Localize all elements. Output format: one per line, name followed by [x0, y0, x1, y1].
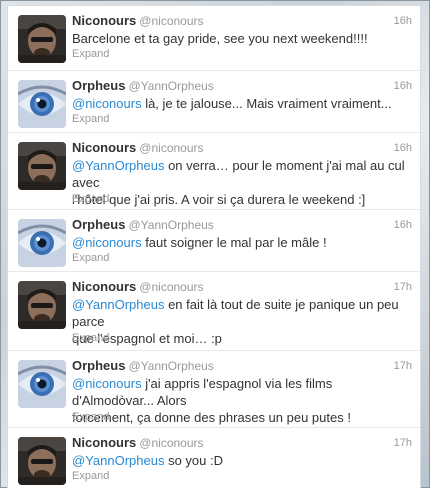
tweet-username[interactable]: @niconours	[139, 280, 203, 294]
tweet-text: @YannOrpheus en fait là tout de suite je…	[72, 296, 410, 347]
expand-link[interactable]: Expand	[72, 252, 109, 264]
tweet-text: Barcelone et ta gay pride, see you next …	[72, 30, 410, 47]
tweet-text-line: l'hôtel que j'ai pris. A voir si ça dure…	[72, 192, 366, 207]
tweet-header: Orpheus @YannOrpheus 16h	[72, 217, 412, 233]
tweet-username[interactable]: @niconours	[139, 14, 203, 28]
tweet-text: @niconours j'ai appris l'espagnol via le…	[72, 375, 410, 426]
tweet-timestamp[interactable]: 17h	[394, 279, 412, 295]
mention-link[interactable]: @niconours	[72, 235, 142, 250]
tweet-header: Niconours @niconours 17h	[72, 435, 412, 451]
niconours-avatar[interactable]	[18, 437, 66, 485]
tweet-header: Niconours @niconours 16h	[72, 13, 412, 29]
expand-link[interactable]: Expand	[72, 48, 109, 60]
tweet-text: @niconours là, je te jalouse... Mais vra…	[72, 95, 410, 112]
tweet-text-line: so you :D	[164, 453, 223, 468]
tweet-timestamp[interactable]: 16h	[394, 13, 412, 29]
tweet[interactable]: Orpheus @YannOrpheus 17h @niconours j'ai …	[8, 351, 420, 428]
expand-link[interactable]: Expand	[72, 411, 109, 423]
tweet-timestamp[interactable]: 17h	[394, 358, 412, 374]
mention-link[interactable]: @YannOrpheus	[72, 297, 164, 312]
tweet-text-line: faut soigner le mal par le mâle !	[141, 235, 327, 250]
tweet[interactable]: Orpheus @YannOrpheus 16h @niconours là, j…	[8, 71, 420, 133]
expand-link[interactable]: Expand	[72, 193, 109, 205]
tweet-username[interactable]: @niconours	[139, 141, 203, 155]
tweet-header: Orpheus @YannOrpheus 17h	[72, 358, 412, 374]
tweet[interactable]: Niconours @niconours 16h @YannOrpheus on …	[8, 133, 420, 210]
tweet-username[interactable]: @YannOrpheus	[128, 79, 213, 93]
expand-link[interactable]: Expand	[72, 113, 109, 125]
tweet[interactable]: Niconours @niconours 17h @YannOrpheus en …	[8, 272, 420, 351]
mention-link[interactable]: @YannOrpheus	[72, 453, 164, 468]
niconours-avatar[interactable]	[18, 15, 66, 63]
tweet-header: Niconours @niconours 17h	[72, 279, 412, 295]
tweet-text-line: là, je te jalouse... Mais vraiment vraim…	[141, 96, 392, 111]
mention-link[interactable]: @YannOrpheus	[72, 158, 164, 173]
orpheus-eye-avatar[interactable]	[18, 360, 66, 408]
tweet[interactable]: Niconours @niconours 17h @YannOrpheus so …	[8, 428, 420, 488]
expand-link[interactable]: Expand	[72, 470, 109, 482]
tweet-header: Orpheus @YannOrpheus 16h	[72, 78, 412, 94]
tweet-timestamp[interactable]: 16h	[394, 140, 412, 156]
tweet[interactable]: Orpheus @YannOrpheus 16h @niconours faut …	[8, 210, 420, 272]
tweet-timestamp[interactable]: 16h	[394, 78, 412, 94]
tweet-fullname[interactable]: Orpheus	[72, 217, 125, 232]
tweet-text: @niconours faut soigner le mal par le mâ…	[72, 234, 410, 251]
tweet-text: @YannOrpheus so you :D	[72, 452, 410, 469]
tweet-header: Niconours @niconours 16h	[72, 140, 412, 156]
tweet-fullname[interactable]: Orpheus	[72, 358, 125, 373]
tweet-timeline[interactable]: Niconours @niconours 16h Barcelone et ta …	[7, 5, 421, 488]
expand-link[interactable]: Expand	[72, 332, 109, 344]
tweet[interactable]: Niconours @niconours 16h Barcelone et ta …	[8, 6, 420, 71]
tweet-fullname[interactable]: Niconours	[72, 279, 136, 294]
tweet-fullname[interactable]: Niconours	[72, 435, 136, 450]
tweet-timestamp[interactable]: 17h	[394, 435, 412, 451]
tweet-timestamp[interactable]: 16h	[394, 217, 412, 233]
tweet-text: @YannOrpheus on verra… pour le moment j'…	[72, 157, 410, 208]
tweet-fullname[interactable]: Orpheus	[72, 78, 125, 93]
niconours-avatar[interactable]	[18, 142, 66, 190]
orpheus-eye-avatar[interactable]	[18, 80, 66, 128]
tweet-text-line: Barcelone et ta gay pride, see you next …	[72, 31, 368, 46]
tweet-fullname[interactable]: Niconours	[72, 140, 136, 155]
niconours-avatar[interactable]	[18, 281, 66, 329]
mention-link[interactable]: @niconours	[72, 376, 142, 391]
tweet-username[interactable]: @niconours	[139, 436, 203, 450]
orpheus-eye-avatar[interactable]	[18, 219, 66, 267]
mention-link[interactable]: @niconours	[72, 96, 142, 111]
tweet-text-line: forcement, ça donne des phrases un peu p…	[72, 410, 351, 425]
tweet-username[interactable]: @YannOrpheus	[128, 359, 213, 373]
tweet-fullname[interactable]: Niconours	[72, 13, 136, 28]
tweet-username[interactable]: @YannOrpheus	[128, 218, 213, 232]
